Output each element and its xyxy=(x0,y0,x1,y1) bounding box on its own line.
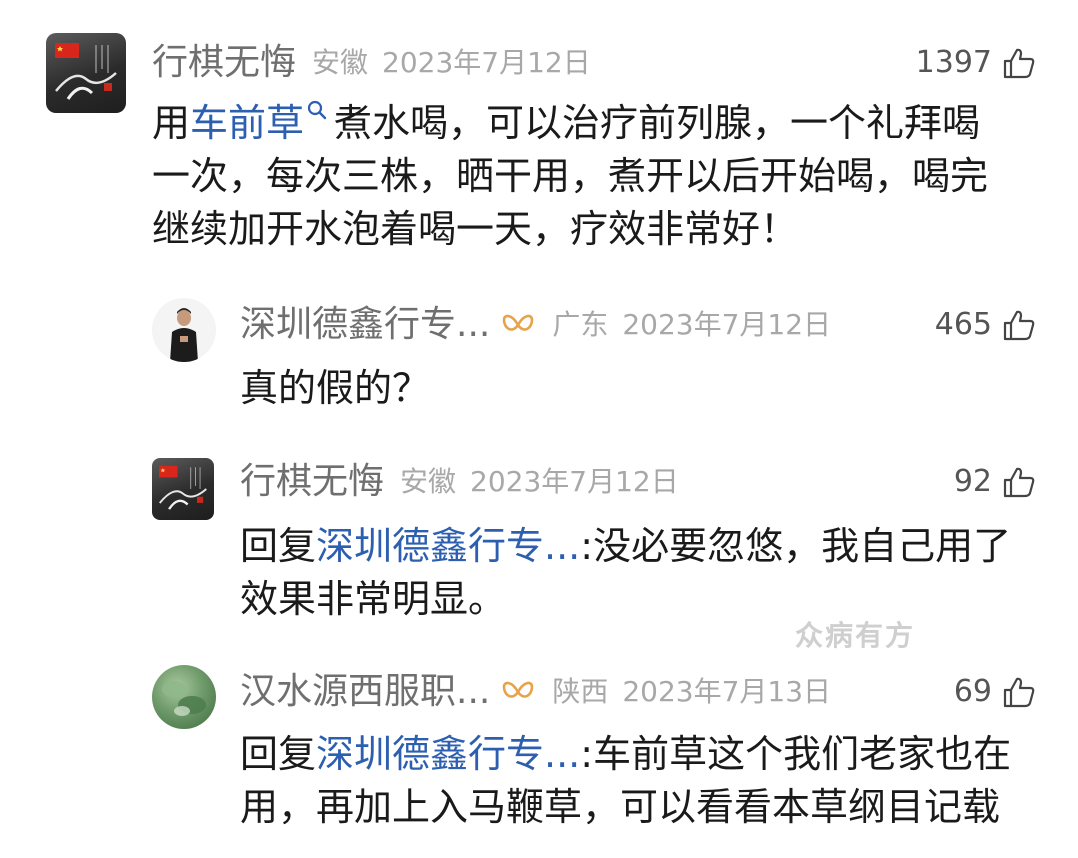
reply-line-1: 回复深圳德鑫行专...:车前草这个我们老家也在 xyxy=(240,728,1050,781)
region-label: 广东 xyxy=(552,308,609,341)
reply-prefix: 回复 xyxy=(240,732,317,776)
text-prefix: 用 xyxy=(152,101,191,145)
like-count: 1397 xyxy=(915,45,992,80)
date-label: 2023年7月12日 xyxy=(382,46,591,79)
avatar-image xyxy=(55,43,117,100)
search-icon[interactable] xyxy=(304,97,330,127)
reply-header: 深圳德鑫行专... 广东 2023年7月12日 xyxy=(240,300,831,350)
comment-line-3: 继续加开水泡着喝一天，疗效非常好！ xyxy=(152,207,799,251)
reply-header: 汉水源西服职... 陕西 2023年7月13日 xyxy=(240,667,831,717)
region-label: 安徽 xyxy=(312,46,369,79)
reply-text: 真的假的？ xyxy=(240,366,431,410)
username[interactable]: 汉水源西服职... xyxy=(240,667,490,717)
comment-header: 行棋无悔 安徽 2023年7月12日 xyxy=(152,38,591,88)
like-button[interactable]: 465 xyxy=(880,300,1036,350)
avatar-image xyxy=(162,681,206,716)
text-rest: 煮水喝，可以治疗前列腺，一个礼拜喝 xyxy=(334,101,981,145)
date-label: 2023年7月12日 xyxy=(622,308,832,341)
thumbs-up-icon xyxy=(1003,310,1035,341)
date-label: 2023年7月13日 xyxy=(622,675,832,708)
reply-line-1: 回复深圳德鑫行专...:没必要忽悠，我自己用了 xyxy=(240,520,1050,573)
avatar-reply-3[interactable] xyxy=(152,665,216,729)
avatar-reply-1[interactable] xyxy=(152,298,216,362)
like-count: 465 xyxy=(934,307,992,342)
avatar-image xyxy=(158,465,207,510)
comment-line-1: 用车前草 煮水喝，可以治疗前列腺，一个礼拜喝 xyxy=(152,97,1052,150)
like-count: 69 xyxy=(953,674,992,709)
comment-text: 用车前草 煮水喝，可以治疗前列腺，一个礼拜喝 一次，每次三株，晒干用，煮开以后开始… xyxy=(152,97,1052,256)
reply-line-2: 用，再加上入马鞭草，可以看看本草纲目记载 xyxy=(240,785,1001,829)
username[interactable]: 行棋无悔 xyxy=(152,38,296,88)
like-button[interactable]: 69 xyxy=(880,667,1036,717)
date-label: 2023年7月12日 xyxy=(470,465,679,498)
thumbs-up-icon xyxy=(1003,48,1035,79)
watermark: 众病有方 xyxy=(795,619,916,652)
keyword-link[interactable]: 车前草 xyxy=(190,101,304,145)
avatar-commenter-main[interactable] xyxy=(46,33,126,113)
reply-text: 回复深圳德鑫行专...:车前草这个我们老家也在 用，再加上入马鞭草，可以看看本草… xyxy=(240,728,1050,834)
vip-badge-icon xyxy=(503,681,534,698)
reply-text-rest: :车前草这个我们老家也在 xyxy=(580,732,1012,776)
vip-badge-icon xyxy=(503,314,534,331)
thumbs-up-icon xyxy=(1003,677,1035,708)
region-label: 安徽 xyxy=(400,465,457,498)
reply-text: 回复深圳德鑫行专...:没必要忽悠，我自己用了 效果非常明显。 xyxy=(240,520,1050,626)
username[interactable]: 行棋无悔 xyxy=(240,457,384,507)
reply-line-2: 效果非常明显。 xyxy=(240,577,507,621)
reply-text-rest: :没必要忽悠，我自己用了 xyxy=(580,524,1012,568)
reply-target-link[interactable]: 深圳德鑫行专... xyxy=(316,524,580,568)
region-label: 陕西 xyxy=(552,675,609,708)
avatar-image xyxy=(152,298,216,362)
like-count: 92 xyxy=(953,464,992,499)
reply-target-link[interactable]: 深圳德鑫行专... xyxy=(316,732,580,776)
username[interactable]: 深圳德鑫行专... xyxy=(240,300,490,350)
comment-line-2: 一次，每次三株，晒干用，煮开以后开始喝，喝完 xyxy=(152,154,989,198)
reply-prefix: 回复 xyxy=(240,524,317,568)
thumbs-up-icon xyxy=(1003,467,1035,498)
like-button[interactable]: 1397 xyxy=(860,38,1036,88)
like-button[interactable]: 92 xyxy=(880,457,1036,507)
reply-header: 行棋无悔 安徽 2023年7月12日 xyxy=(240,457,679,507)
avatar-reply-2[interactable] xyxy=(152,458,214,520)
